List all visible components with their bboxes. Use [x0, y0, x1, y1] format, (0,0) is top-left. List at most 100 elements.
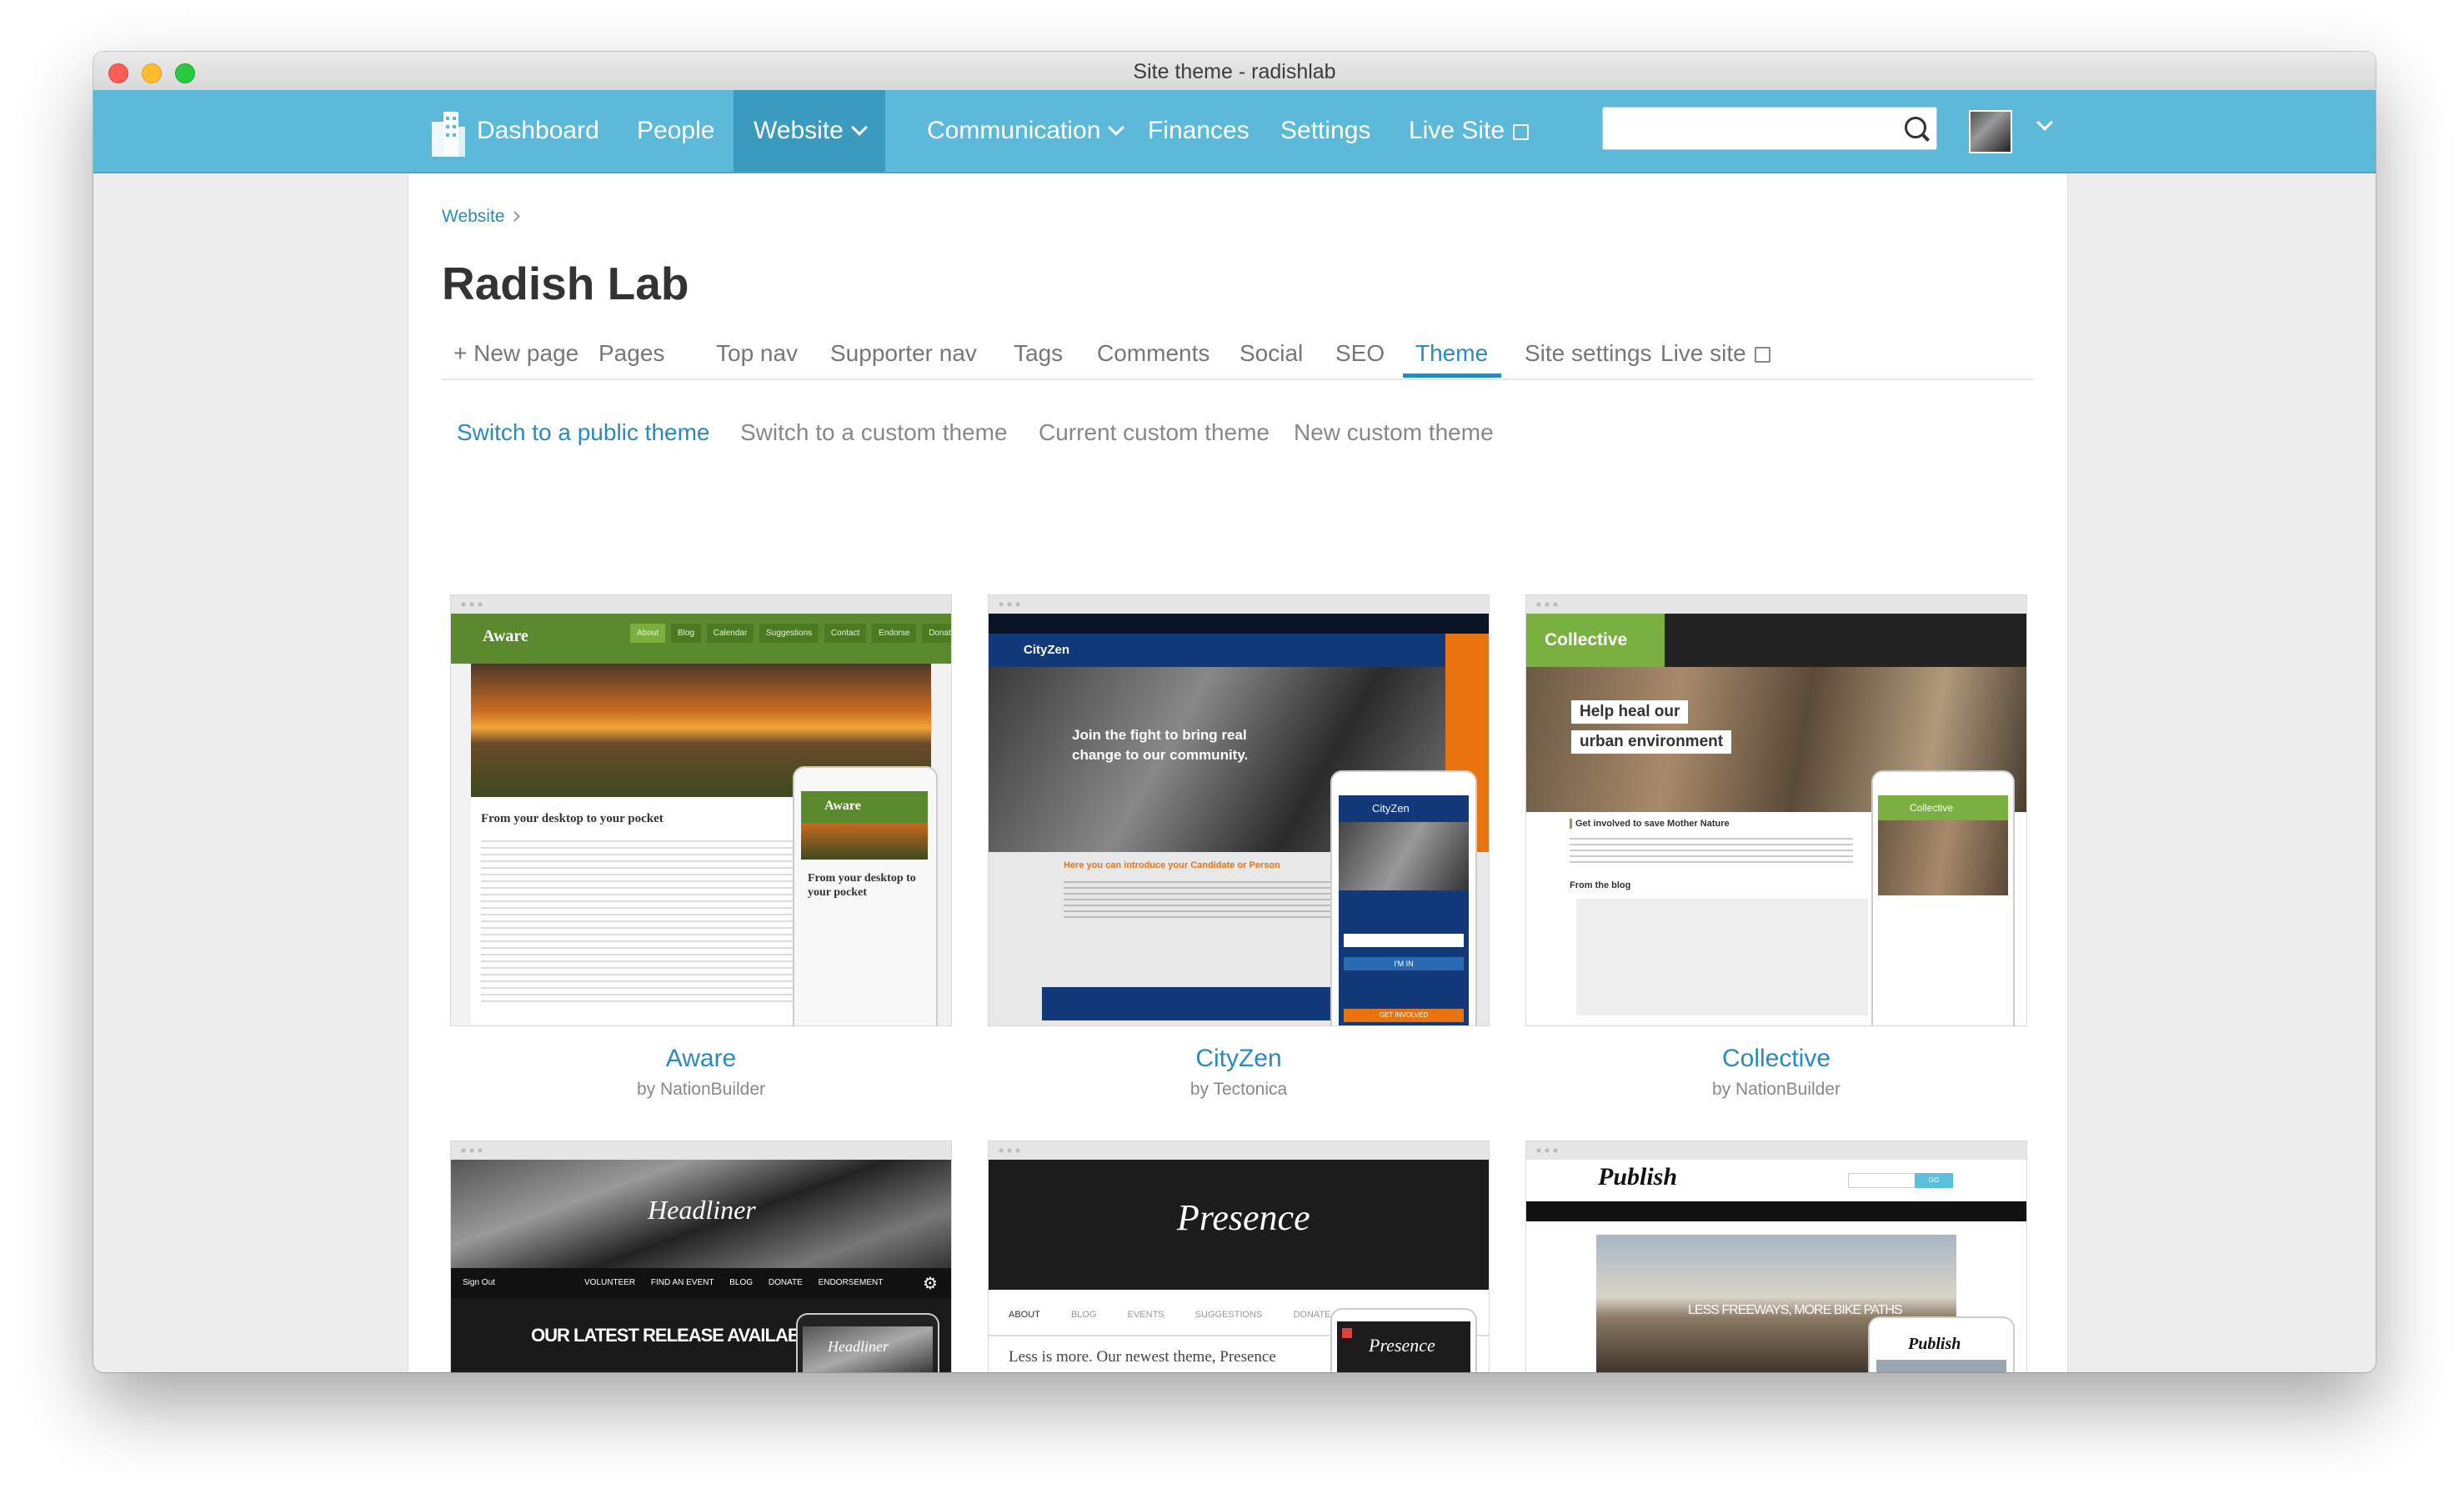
collective-mobile-image — [1878, 820, 2008, 895]
window-title: Site theme - radishlab — [1133, 60, 1336, 83]
user-avatar[interactable] — [1969, 110, 2012, 153]
theme-name[interactable]: CityZen — [988, 1045, 1490, 1073]
preview-dots — [997, 1148, 1022, 1153]
collective-hero-line1: Help heal our — [1571, 700, 1689, 724]
aware-nav-item: About — [630, 624, 666, 643]
tab-pages[interactable]: Pages — [598, 340, 664, 367]
preview-chrome — [1526, 595, 2026, 614]
page-title: Radish Lab — [442, 258, 689, 309]
nav-communication[interactable]: Communication — [927, 90, 1125, 172]
presence-mobile-brand: Presence — [1369, 1335, 1435, 1356]
tab-supporter-nav[interactable]: Supporter nav — [830, 340, 977, 367]
theme-preview-publish[interactable]: Publish GO LESS FREEWAYS, MORE BIKE PATH… — [1525, 1141, 2027, 1372]
headliner-signout: Sign Out — [463, 1278, 495, 1287]
aware-nav-item: Donate — [922, 624, 951, 643]
cityzen-mobile-cta: GET INVOLVED — [1344, 1009, 1464, 1022]
tab-social[interactable]: Social — [1240, 340, 1303, 367]
aware-mobile-image — [801, 823, 928, 860]
nav-communication-label: Communication — [927, 117, 1101, 144]
collective-header: Collective — [1526, 614, 2026, 667]
nav-settings[interactable]: Settings — [1280, 90, 1370, 172]
cityzen-mobile-button: I'M IN — [1344, 957, 1464, 970]
title-bar: Site theme - radishlab — [93, 52, 2376, 91]
nav-people[interactable]: People — [637, 90, 714, 172]
tab-new-page[interactable]: + New page — [453, 340, 578, 367]
breadcrumb-website[interactable]: Website — [442, 207, 504, 226]
collective-brand: Collective — [1545, 630, 1628, 649]
collective-text-lines — [1570, 834, 1853, 867]
nav-website-label: Website — [754, 117, 844, 144]
cityzen-mobile-image — [1339, 822, 1469, 890]
headliner-nav-item: FIND AN EVENT — [650, 1278, 714, 1287]
publish-mobile-image — [1876, 1360, 2006, 1372]
theme-preview-aware[interactable]: Aware About Blog Calendar Suggestions Co… — [450, 594, 952, 1026]
subtab-custom-theme[interactable]: Switch to a custom theme — [740, 419, 1008, 446]
subtab-public-theme[interactable]: Switch to a public theme — [457, 419, 710, 446]
theme-preview-collective[interactable]: Collective Help heal our urban environme… — [1525, 594, 2027, 1026]
website-tabs: + New page Pages Top nav Supporter nav T… — [442, 328, 2034, 380]
cityzen-brand: CityZen — [1024, 643, 1070, 657]
aware-heading: From your desktop to your pocket — [481, 812, 664, 825]
external-link-icon — [1513, 124, 1530, 140]
cityzen-mobile-body: I'M IN GET INVOLVED — [1339, 890, 1469, 1025]
search-input[interactable] — [1602, 107, 1937, 150]
cityzen-hero-text: Join the fight to bring real change to o… — [1072, 727, 1249, 763]
aware-nav-item: Endorse — [872, 624, 917, 643]
cityzen-topbar — [989, 614, 1489, 634]
aware-nav: About Blog Calendar Suggestions Contact … — [630, 624, 951, 643]
headliner-nav: Sign Out VOLUNTEER FIND AN EVENT BLOG DO… — [451, 1268, 951, 1298]
aware-nav-item: Blog — [670, 624, 701, 643]
nav-website[interactable]: Website — [734, 90, 885, 172]
publish-signup-button: GO — [1915, 1173, 1953, 1188]
aware-mobile-header: Aware — [801, 791, 928, 823]
nav-live-site-label: Live Site — [1409, 117, 1505, 144]
publish-nav — [1526, 1201, 2026, 1221]
aware-brand: Aware — [483, 627, 528, 645]
cityzen-header: CityZen — [989, 634, 1489, 667]
collective-mobile-preview: Collective — [1871, 770, 2015, 1025]
publish-brand: Publish — [1598, 1163, 1678, 1191]
theme-name[interactable]: Collective — [1525, 1045, 2027, 1073]
tab-top-nav[interactable]: Top nav — [716, 340, 798, 367]
presence-header: Presence — [989, 1160, 1489, 1290]
tab-live-site[interactable]: Live site — [1660, 340, 1770, 367]
subtab-new-custom-theme[interactable]: New custom theme — [1294, 419, 1494, 446]
theme-preview-presence[interactable]: Presence ABOUT BLOG EVENTS SUGGESTIONS D… — [988, 1141, 1490, 1372]
tab-theme[interactable]: Theme — [1415, 340, 1488, 367]
subtab-current-custom-theme[interactable]: Current custom theme — [1039, 419, 1270, 446]
search-icon[interactable] — [1905, 117, 1926, 138]
headliner-mobile-image: Headliner — [803, 1326, 933, 1372]
preview-chrome — [451, 1141, 951, 1160]
nav-finances[interactable]: Finances — [1148, 90, 1250, 172]
theme-preview-cityzen[interactable]: CityZen Join the fight to bring real cha… — [988, 594, 1490, 1026]
presence-nav: ABOUT BLOG EVENTS SUGGESTIONS DONATE — [1009, 1310, 1330, 1320]
headliner-mobile-preview: Headliner — [796, 1313, 939, 1372]
menu-icon — [1342, 1328, 1352, 1338]
tab-site-settings[interactable]: Site settings — [1525, 340, 1652, 367]
nav-dashboard[interactable]: Dashboard — [477, 90, 599, 172]
collective-brand-box: Collective — [1526, 614, 1665, 667]
preview-chrome — [1526, 1141, 2026, 1160]
theme-name[interactable]: Aware — [450, 1045, 952, 1073]
presence-nav-item: SUGGESTIONS — [1194, 1310, 1263, 1320]
collective-hero-line2: urban environment — [1571, 730, 1732, 754]
aware-content: From your desktop to your pocket — [471, 797, 821, 1025]
theme-preview-headliner[interactable]: Headliner Sign Out VOLUNTEER FIND AN EVE… — [450, 1141, 952, 1372]
tab-comments[interactable]: Comments — [1097, 340, 1209, 367]
browser-window: Site theme - radishlab Dashboard People … — [93, 52, 2376, 1372]
headliner-nav-item: VOLUNTEER — [584, 1278, 636, 1287]
publish-signup-input — [1848, 1173, 1916, 1188]
presence-nav-item: ABOUT — [1009, 1310, 1040, 1320]
headliner-nav-item: BLOG — [729, 1278, 754, 1287]
nav-live-site[interactable]: Live Site — [1409, 90, 1530, 172]
nationbuilder-logo-icon[interactable] — [427, 107, 467, 157]
tab-seo[interactable]: SEO — [1335, 340, 1385, 367]
preview-chrome — [451, 595, 951, 614]
collective-mobile-header: Collective — [1878, 795, 2008, 820]
cityzen-text-lines — [1064, 877, 1330, 919]
tab-tags[interactable]: Tags — [1014, 340, 1063, 367]
aware-mobile-preview: Aware From your desktop to your pocket — [793, 766, 938, 1025]
presence-brand: Presence — [1177, 1197, 1310, 1238]
presence-mobile-header: Presence — [1337, 1321, 1470, 1372]
headliner-nav-items: VOLUNTEER FIND AN EVENT BLOG DONATE ENDO… — [584, 1278, 883, 1287]
